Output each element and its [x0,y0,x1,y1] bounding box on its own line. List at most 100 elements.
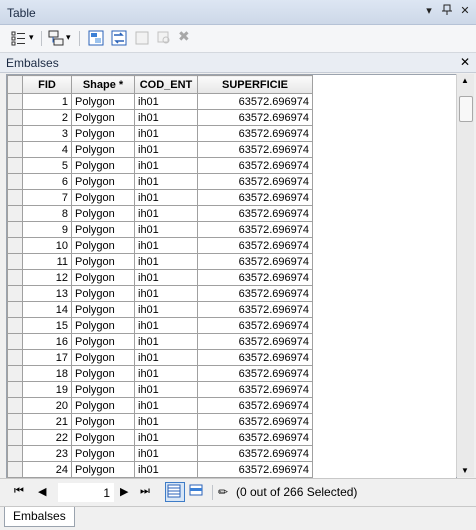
cell-fid[interactable]: 18 [22,365,72,382]
cell-cod-ent[interactable]: ih01 [134,221,198,238]
cell-cod-ent[interactable]: ih01 [134,445,198,462]
attribute-table-grid[interactable]: FID Shape * COD_ENT SUPERFICIE 1 Polygon i… [6,74,457,479]
cell-superficie[interactable]: 63572.696974 [197,397,313,414]
cell-superficie[interactable]: 63572.696974 [197,349,313,366]
chevron-down-icon[interactable]: ▾ [66,32,74,48]
row-selector[interactable] [7,285,23,302]
cell-cod-ent[interactable]: ih01 [134,141,198,158]
cell-cod-ent[interactable]: ih01 [134,253,198,270]
cell-fid[interactable]: 6 [22,173,72,190]
row-selector[interactable] [7,333,23,350]
cell-fid[interactable]: 4 [22,141,72,158]
cell-fid[interactable]: 22 [22,429,72,446]
cell-fid[interactable]: 21 [22,413,72,430]
column-header-cod-ent[interactable]: COD_ENT [134,75,198,94]
cell-fid[interactable]: 15 [22,317,72,334]
table-row[interactable]: 16 Polygon ih01 63572.696974 [7,333,313,350]
row-selector[interactable] [7,349,23,366]
cell-fid[interactable]: 24 [22,461,72,478]
select-by-attributes-icon[interactable] [88,30,104,46]
row-selector[interactable] [7,253,23,270]
table-row[interactable]: 15 Polygon ih01 63572.696974 [7,317,313,334]
cell-superficie[interactable]: 63572.696974 [197,205,313,222]
cell-fid[interactable]: 3 [22,125,72,142]
cell-cod-ent[interactable]: ih01 [134,301,198,318]
cell-shape[interactable]: Polygon [71,445,135,462]
cell-superficie[interactable]: 63572.696974 [197,141,313,158]
cell-cod-ent[interactable]: ih01 [134,205,198,222]
zoom-to-selected-icon[interactable] [156,30,172,46]
cell-fid[interactable]: 19 [22,381,72,398]
cell-fid[interactable]: 5 [22,157,72,174]
cell-superficie[interactable]: 63572.696974 [197,461,313,478]
cell-superficie[interactable]: 63572.696974 [197,445,313,462]
cell-superficie[interactable]: 63572.696974 [197,301,313,318]
cell-shape[interactable]: Polygon [71,349,135,366]
cell-cod-ent[interactable]: ih01 [134,157,198,174]
chevron-down-icon[interactable]: ▾ [29,32,37,48]
previous-record-icon[interactable]: ◀ [38,485,46,498]
row-selector[interactable] [7,141,23,158]
row-selector[interactable] [7,413,23,430]
cell-shape[interactable]: Polygon [71,141,135,158]
cell-shape[interactable]: Polygon [71,189,135,206]
row-selector[interactable] [7,237,23,254]
row-selector[interactable] [7,173,23,190]
row-selector[interactable] [7,317,23,334]
cell-superficie[interactable]: 63572.696974 [197,285,313,302]
cell-fid[interactable]: 17 [22,349,72,366]
vertical-scrollbar[interactable]: ▲ ▼ [456,74,474,477]
cell-fid[interactable]: 1 [22,93,72,110]
cell-superficie[interactable]: 63572.696974 [197,157,313,174]
cell-shape[interactable]: Polygon [71,413,135,430]
last-record-icon[interactable]: ⏭ [140,485,150,498]
row-selector[interactable] [7,429,23,446]
table-row[interactable]: 11 Polygon ih01 63572.696974 [7,253,313,270]
cell-cod-ent[interactable]: ih01 [134,317,198,334]
cell-shape[interactable]: Polygon [71,429,135,446]
cell-shape[interactable]: Polygon [71,109,135,126]
cell-superficie[interactable]: 63572.696974 [197,237,313,254]
cell-superficie[interactable]: 63572.696974 [197,269,313,286]
cell-cod-ent[interactable]: ih01 [134,173,198,190]
cell-superficie[interactable]: 63572.696974 [197,173,313,190]
row-selector[interactable] [7,205,23,222]
cell-fid[interactable]: 12 [22,269,72,286]
cell-shape[interactable]: Polygon [71,269,135,286]
table-row[interactable]: 19 Polygon ih01 63572.696974 [7,381,313,398]
table-row[interactable]: 23 Polygon ih01 63572.696974 [7,445,313,462]
cell-shape[interactable]: Polygon [71,173,135,190]
table-row[interactable]: 24 Polygon ih01 63572.696974 [7,461,313,478]
cell-cod-ent[interactable]: ih01 [134,125,198,142]
cell-shape[interactable]: Polygon [71,381,135,398]
cell-shape[interactable]: Polygon [71,237,135,254]
cell-superficie[interactable]: 63572.696974 [197,413,313,430]
cell-fid[interactable]: 8 [22,205,72,222]
switch-selection-icon[interactable] [111,30,127,46]
cell-cod-ent[interactable]: ih01 [134,285,198,302]
related-tables-icon[interactable] [48,30,64,46]
table-options-icon[interactable] [11,30,27,46]
cell-shape[interactable]: Polygon [71,253,135,270]
cell-shape[interactable]: Polygon [71,285,135,302]
next-record-icon[interactable]: ▶ [120,485,128,498]
cell-superficie[interactable]: 63572.696974 [197,317,313,334]
row-selector[interactable] [7,365,23,382]
table-row[interactable]: 5 Polygon ih01 63572.696974 [7,157,313,174]
clear-selection-icon[interactable] [134,30,150,46]
table-row[interactable]: 9 Polygon ih01 63572.696974 [7,221,313,238]
cell-shape[interactable]: Polygon [71,205,135,222]
cell-shape[interactable]: Polygon [71,301,135,318]
cell-shape[interactable]: Polygon [71,461,135,478]
table-row[interactable]: 13 Polygon ih01 63572.696974 [7,285,313,302]
table-row[interactable]: 20 Polygon ih01 63572.696974 [7,397,313,414]
row-selector[interactable] [7,93,23,110]
first-record-icon[interactable]: ⏮ [14,485,24,498]
row-selector[interactable] [7,397,23,414]
cell-fid[interactable]: 23 [22,445,72,462]
cell-shape[interactable]: Polygon [71,157,135,174]
cell-superficie[interactable]: 63572.696974 [197,429,313,446]
column-header-superficie[interactable]: SUPERFICIE [197,75,313,94]
pin-icon[interactable] [440,4,454,18]
row-selector[interactable] [7,461,23,478]
